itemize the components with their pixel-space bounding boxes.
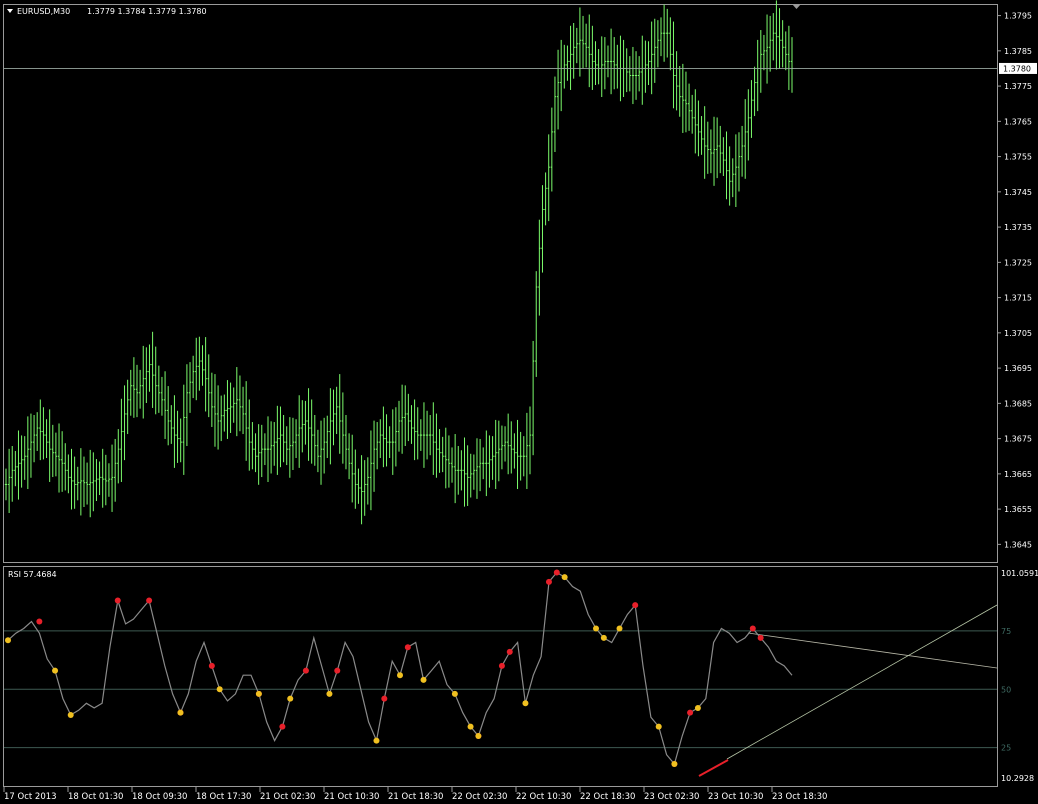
rsi-level-label: 50 <box>1001 685 1011 694</box>
symbol-label: EURUSD,M30 <box>17 7 70 16</box>
main-chart-frame <box>3 4 998 563</box>
rsi-peak-marker <box>553 569 560 576</box>
rsi-trough-marker <box>561 574 568 581</box>
rsi-trough-marker <box>694 704 701 711</box>
time-tick-label: 22 Oct 10:30 <box>516 792 571 802</box>
price-tick-label: 1.3645 <box>1004 540 1032 549</box>
rsi-trough-marker <box>451 690 458 697</box>
price-tick-label: 1.3725 <box>1004 258 1032 267</box>
current-price-label: 1.3780 <box>1003 64 1031 73</box>
rsi-peak-marker <box>381 695 388 702</box>
rsi-peak-marker <box>302 667 309 674</box>
rsi-trough-marker <box>475 732 482 739</box>
rsi-trendline-lower[interactable] <box>726 604 998 760</box>
rsi-trough-marker <box>671 760 678 767</box>
rsi-trough-marker <box>397 672 403 679</box>
rsi-max-label: 101.0591 <box>1001 569 1038 578</box>
rsi-peak-marker <box>208 662 215 669</box>
rsi-trough-marker <box>655 723 662 730</box>
time-tick-label: 18 Oct 09:30 <box>132 792 187 802</box>
chart-canvas[interactable]: EURUSD,M30 1.3779 1.3784 1.3779 1.3780 1… <box>0 0 1038 804</box>
rsi-trough-marker <box>522 700 529 707</box>
time-tick-label: 21 Oct 18:30 <box>388 792 443 802</box>
rsi-level-label: 75 <box>1001 627 1011 636</box>
rsi-label: RSI 57.4684 <box>8 570 57 579</box>
price-tick-label: 1.3715 <box>1004 294 1032 303</box>
rsi-min-label: 10.2928 <box>1001 774 1034 783</box>
price-tick-label: 1.3695 <box>1004 364 1032 373</box>
rsi-peak-marker <box>36 618 43 625</box>
ohlc-label: 1.3779 1.3784 1.3779 1.3780 <box>87 7 207 16</box>
rsi-markers <box>5 569 764 767</box>
price-tick-label: 1.3655 <box>1004 505 1032 514</box>
price-tick-label: 1.3775 <box>1004 82 1032 91</box>
time-tick-label: 21 Oct 10:30 <box>324 792 379 802</box>
price-axis: 1.3795 1.3785 1.3775 1.3765 1.3755 1.3745 1.37… <box>997 12 1032 549</box>
rsi-trough-marker <box>593 625 599 632</box>
price-tick-label: 1.3735 <box>1004 223 1032 232</box>
rsi-peak-marker <box>687 709 694 716</box>
rsi-trough-marker <box>255 690 262 697</box>
price-bars <box>4 0 794 525</box>
rsi-trough-marker <box>600 634 607 641</box>
time-tick-label: 23 Oct 18:30 <box>772 792 827 802</box>
rsi-trough-marker <box>467 723 474 730</box>
rsi-peak-marker <box>757 634 764 641</box>
rsi-trough-marker <box>420 676 427 683</box>
rsi-trough-marker <box>5 637 11 644</box>
price-tick-label: 1.3785 <box>1004 47 1032 56</box>
time-tick-label: 23 Oct 02:30 <box>644 792 699 802</box>
rsi-trough-marker <box>67 711 74 718</box>
time-tick-label: 18 Oct 17:30 <box>196 792 251 802</box>
price-tick-label: 1.3755 <box>1004 153 1032 162</box>
rsi-trough-marker <box>326 690 333 697</box>
rsi-peak-marker <box>498 662 505 669</box>
rsi-trough-marker <box>177 709 184 716</box>
price-tick-label: 1.3685 <box>1004 399 1032 408</box>
price-tick-label: 1.3675 <box>1004 435 1032 444</box>
rsi-trendline-upper[interactable] <box>747 632 998 669</box>
dropdown-triangle-icon[interactable] <box>7 9 13 13</box>
time-axis: 17 Oct 2013 18 Oct 01:30 18 Oct 09:30 18 Oc… <box>3 787 827 802</box>
rsi-level-label: 25 <box>1001 744 1011 753</box>
time-tick-label: 22 Oct 02:30 <box>452 792 507 802</box>
rsi-trough-marker <box>287 695 294 702</box>
time-tick-label: 23 Oct 10:30 <box>708 792 763 802</box>
rsi-peak-marker <box>749 625 756 632</box>
rsi-peak-marker <box>279 723 286 730</box>
rsi-peak-marker <box>632 602 639 609</box>
rsi-peak-marker <box>404 644 411 651</box>
rsi-line <box>7 571 793 766</box>
time-tick-label: 17 Oct 2013 <box>4 792 57 802</box>
rsi-peak-marker <box>334 667 341 674</box>
time-tick-label: 18 Oct 01:30 <box>68 792 123 802</box>
price-tick-label: 1.3745 <box>1004 188 1032 197</box>
price-tick-label: 1.3705 <box>1004 329 1032 338</box>
price-tick-label: 1.3665 <box>1004 470 1032 479</box>
rsi-peak-marker <box>506 648 513 655</box>
price-tick-label: 1.3765 <box>1004 117 1032 126</box>
rsi-trough-marker <box>373 737 380 744</box>
shift-marker-icon[interactable] <box>792 4 801 9</box>
rsi-trough-marker <box>52 667 59 674</box>
rsi-divergence-line[interactable] <box>698 759 729 777</box>
rsi-peak-marker <box>146 597 153 604</box>
rsi-trough-marker <box>616 625 623 632</box>
time-tick-label: 21 Oct 02:30 <box>260 792 315 802</box>
rsi-trough-marker <box>216 686 223 693</box>
rsi-peak-marker <box>545 578 552 585</box>
time-tick-label: 22 Oct 18:30 <box>580 792 635 802</box>
rsi-panel-frame <box>3 566 998 787</box>
rsi-peak-marker <box>114 597 121 604</box>
rsi-levels: 75 50 25 <box>4 627 1011 753</box>
price-tick-label: 1.3795 <box>1004 12 1032 21</box>
